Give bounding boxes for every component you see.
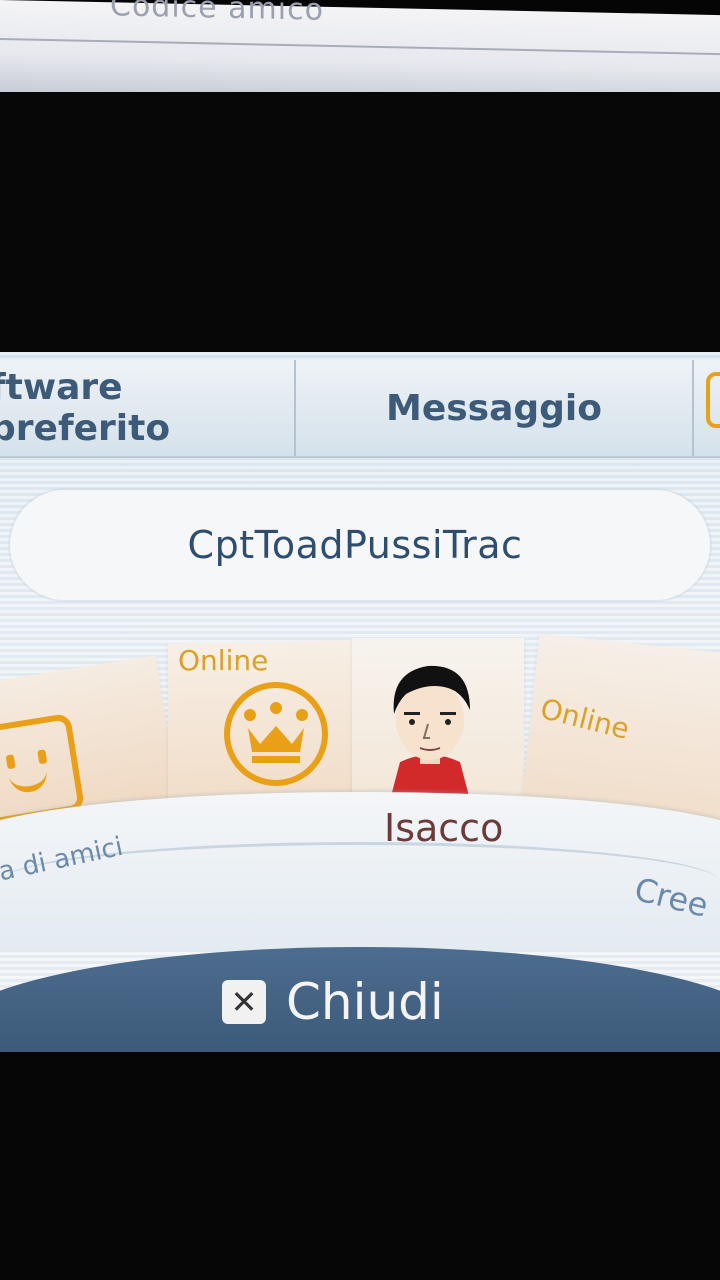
upper-screen-partial-text: Codice amico <box>110 0 324 21</box>
online-status-label: Online <box>178 644 269 677</box>
mii-avatar <box>378 652 482 800</box>
profile-name: CptToadPussiTrac <box>187 523 523 567</box>
tab-next-icon[interactable] <box>706 372 720 428</box>
crown-icon <box>224 682 328 786</box>
tab-favorite-software[interactable]: ftware preferito <box>0 360 296 456</box>
friend-card-screen: ftware preferito Messaggio CptToadPussiT… <box>0 352 720 1052</box>
close-button[interactable]: ✕ Chiudi <box>222 964 444 1040</box>
close-label: Chiudi <box>286 973 444 1031</box>
friend-name: Isacco <box>384 806 504 850</box>
x-button-icon: ✕ <box>222 980 266 1024</box>
screen-bezel-bottom <box>0 1052 720 1280</box>
profile-name-bar: CptToadPussiTrac <box>10 490 710 600</box>
tab-bar: ftware preferito Messaggio <box>0 360 720 458</box>
screen-bezel-gap <box>0 92 720 354</box>
tab-message[interactable]: Messaggio <box>296 360 694 456</box>
upper-screen-divider <box>0 38 720 56</box>
